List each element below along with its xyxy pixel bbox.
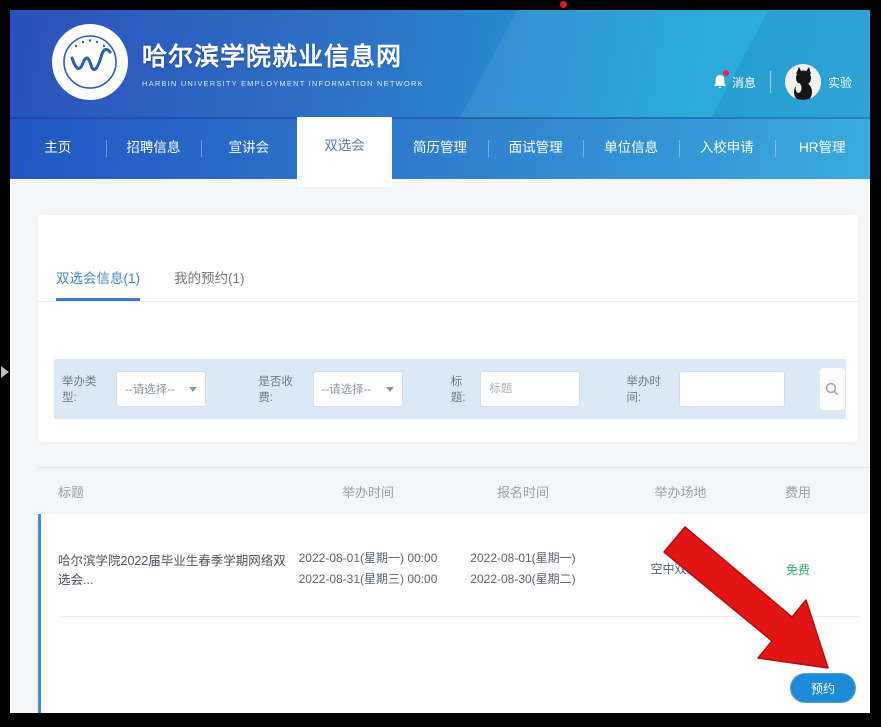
fair-card: 双选会信息(1) 我的预约(1) 举办类型: --请选择-- 是否收费: xyxy=(38,215,858,442)
col-fee: 费用 xyxy=(753,482,843,501)
filter-title-label: 标题: xyxy=(451,373,475,405)
avatar-cat-icon xyxy=(785,64,821,100)
nav-item-interview[interactable]: 面试管理 xyxy=(488,117,584,179)
filter-type: 举办类型: --请选择-- xyxy=(62,371,206,407)
site-subtitle: HARBIN UNIVERSITY EMPLOYMENT INFORMATION… xyxy=(142,79,424,88)
logo-seal-icon xyxy=(58,30,122,94)
nav-item-campus-entry[interactable]: 入校申请 xyxy=(679,117,775,179)
header-actions: 消息 实验 xyxy=(713,64,852,100)
avatar xyxy=(785,64,821,100)
filter-fee-label: 是否收费: xyxy=(258,373,306,405)
col-venue: 举办场地 xyxy=(608,482,753,501)
col-signup-time: 报名时间 xyxy=(438,482,608,501)
chevron-down-icon xyxy=(386,387,394,392)
tab-fair-info[interactable]: 双选会信息(1) xyxy=(56,267,140,301)
row-title[interactable]: 哈尔滨学院2022届毕业生春季学期网络双选会... xyxy=(58,550,298,588)
user-label: 实验 xyxy=(828,74,852,91)
row-divider xyxy=(61,616,860,617)
main-nav: 主页 招聘信息 宣讲会 双选会 简历管理 面试管理 单位信息 入校申请 HR管理 xyxy=(10,117,870,179)
filter-time-label: 举办时间: xyxy=(626,373,672,405)
filter-type-select[interactable]: --请选择-- xyxy=(116,371,206,407)
table-row[interactable]: 哈尔滨学院2022届毕业生春季学期网络双选会... 2022-08-01(星期一… xyxy=(38,514,870,713)
col-hold-time: 举办时间 xyxy=(298,482,438,501)
cursor-marker xyxy=(560,1,567,8)
messages-button[interactable]: 消息 xyxy=(713,74,756,91)
university-logo xyxy=(52,24,128,100)
messages-label: 消息 xyxy=(732,74,756,91)
filter-fee-value: --请选择-- xyxy=(322,381,372,397)
site-titles: 哈尔滨学院就业信息网 HARBIN UNIVERSITY EMPLOYMENT … xyxy=(142,37,424,88)
title-input[interactable] xyxy=(480,371,580,407)
bell-icon xyxy=(713,74,727,90)
search-button[interactable] xyxy=(819,367,847,411)
nav-item-jobs[interactable]: 招聘信息 xyxy=(106,117,202,179)
filter-time: 举办时间: xyxy=(626,371,784,407)
filter-type-label: 举办类型: xyxy=(62,373,110,405)
signup-time-end: 2022-08-30(星期二) xyxy=(438,569,608,590)
nav-item-infosession[interactable]: 宣讲会 xyxy=(201,117,297,179)
signup-time-start: 2022-08-01(星期一) xyxy=(438,548,608,569)
row-signup-time: 2022-08-01(星期一) 2022-08-30(星期二) xyxy=(438,548,608,590)
book-button[interactable]: 预约 xyxy=(790,673,856,703)
site-header: 哈尔滨学院就业信息网 HARBIN UNIVERSITY EMPLOYMENT … xyxy=(10,10,870,117)
row-fee-badge: 免费 xyxy=(753,561,843,578)
user-menu[interactable]: 实验 xyxy=(785,64,852,100)
time-input[interactable] xyxy=(679,371,785,407)
content-tabs: 双选会信息(1) 我的预约(1) xyxy=(38,215,858,302)
edge-artifact-icon xyxy=(1,366,9,378)
row-venue: 空中双选会 xyxy=(608,559,753,580)
brand: 哈尔滨学院就业信息网 HARBIN UNIVERSITY EMPLOYMENT … xyxy=(52,24,424,100)
tab-my-bookings[interactable]: 我的预约(1) xyxy=(174,267,245,301)
filter-bar: 举办类型: --请选择-- 是否收费: --请选择-- xyxy=(54,359,846,419)
hold-time-start: 2022-08-01(星期一) 00:00 xyxy=(298,548,438,569)
search-icon xyxy=(825,382,839,396)
nav-item-jobfair-active[interactable]: 双选会 xyxy=(297,117,393,187)
header-divider xyxy=(770,71,771,93)
hold-time-end: 2022-08-31(星期三) 00:00 xyxy=(298,569,438,590)
page: 哈尔滨学院就业信息网 HARBIN UNIVERSITY EMPLOYMENT … xyxy=(10,10,870,713)
col-title: 标题 xyxy=(58,482,298,501)
nav-item-company[interactable]: 单位信息 xyxy=(583,117,679,179)
notification-dot xyxy=(723,70,729,76)
site-title: 哈尔滨学院就业信息网 xyxy=(142,37,424,73)
nav-item-home[interactable]: 主页 xyxy=(10,117,106,179)
content-area: 双选会信息(1) 我的预约(1) 举办类型: --请选择-- 是否收费: xyxy=(10,215,870,713)
filter-type-value: --请选择-- xyxy=(125,381,175,397)
fair-table: 标题 举办时间 报名时间 举办场地 费用 哈尔滨学院2022届毕业生春季学期网络… xyxy=(38,467,870,713)
filter-fee: 是否收费: --请选择-- xyxy=(258,371,402,407)
filter-title: 标题: xyxy=(451,371,581,407)
screenshot-frame: 哈尔滨学院就业信息网 HARBIN UNIVERSITY EMPLOYMENT … xyxy=(0,0,881,727)
row-hold-time: 2022-08-01(星期一) 00:00 2022-08-31(星期三) 00… xyxy=(298,548,438,590)
chevron-down-icon xyxy=(189,387,197,392)
filter-fee-select[interactable]: --请选择-- xyxy=(313,371,403,407)
row-cells: 哈尔滨学院2022届毕业生春季学期网络双选会... 2022-08-01(星期一… xyxy=(41,514,870,616)
table-header: 标题 举办时间 报名时间 举办场地 费用 xyxy=(38,467,870,511)
nav-item-hr[interactable]: HR管理 xyxy=(775,117,871,179)
nav-item-resume[interactable]: 简历管理 xyxy=(392,117,488,179)
